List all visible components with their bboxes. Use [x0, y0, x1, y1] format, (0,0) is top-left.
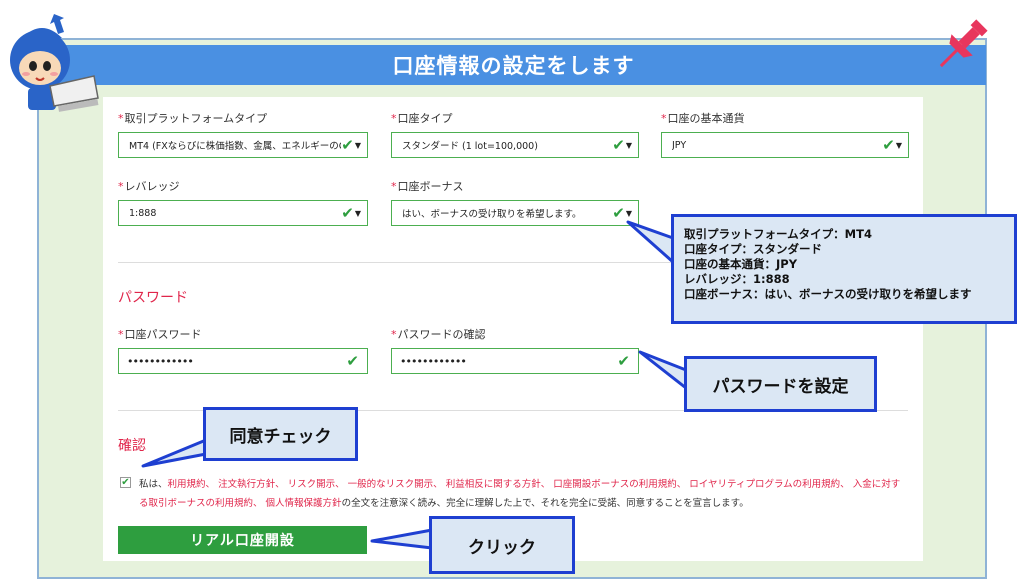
password-callout: パスワードを設定: [684, 356, 877, 412]
settings-summary-callout: 取引プラットフォームタイプ：MT4 口座タイプ：スタンダード 口座の基本通貨：J…: [671, 214, 1017, 324]
summary-line: 口座ボーナス：はい、ボーナスの受け取りを希望します: [684, 287, 972, 301]
agree-callout: 同意チェック: [203, 407, 358, 461]
summary-line: 取引プラットフォームタイプ：MT4: [684, 227, 872, 241]
summary-line: 口座タイプ：スタンダード: [684, 242, 822, 256]
click-callout: クリック: [429, 516, 575, 574]
summary-line: 口座の基本通貨：JPY: [684, 257, 798, 271]
summary-line: レバレッジ：1:888: [684, 272, 790, 286]
